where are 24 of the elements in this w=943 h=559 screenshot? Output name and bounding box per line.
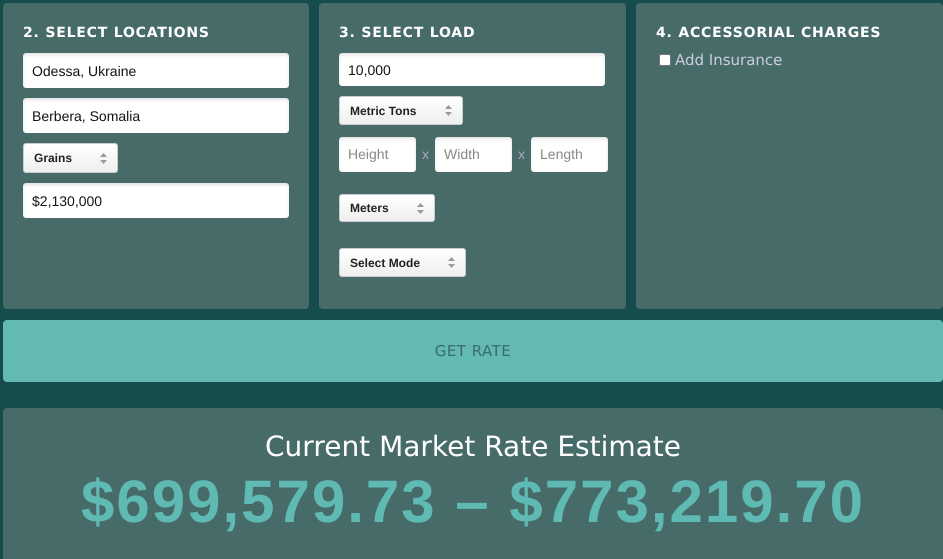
unit-dropdown[interactable]: Metric Tons bbox=[339, 96, 463, 125]
dimension-field[interactable]: Length bbox=[531, 136, 608, 172]
checkbox[interactable] bbox=[659, 54, 671, 66]
dimension-field[interactable]: Height bbox=[339, 136, 416, 172]
sort-caret-icon bbox=[417, 202, 424, 214]
quantity-field[interactable]: 10,000 bbox=[339, 53, 605, 86]
mode-dropdown[interactable]: Select Mode bbox=[339, 248, 466, 278]
dimension-unit-dropdown[interactable]: Meters bbox=[339, 194, 435, 222]
dimension-field[interactable]: Width bbox=[435, 136, 512, 172]
sort-caret-icon bbox=[445, 105, 452, 116]
section-title: 4. ACCESSORIAL CHARGES bbox=[656, 25, 882, 41]
section-title: 2. SELECT LOCATIONS bbox=[23, 25, 210, 41]
sort-caret-icon bbox=[100, 152, 107, 164]
sort-caret-icon bbox=[448, 257, 455, 268]
text-field[interactable]: $2,130,000 bbox=[23, 183, 289, 218]
option-label: Add Insurance bbox=[675, 51, 782, 69]
text-field[interactable]: Berbera, Somalia bbox=[23, 98, 289, 133]
times-sign: x bbox=[422, 146, 429, 162]
times-sign: x bbox=[518, 146, 525, 162]
rate-range: $699,579.73 – $773,219.70 bbox=[80, 469, 866, 535]
estimate-title: Current Market Rate Estimate bbox=[265, 430, 681, 463]
dropdown[interactable]: Grains bbox=[23, 143, 118, 173]
section-title: 3. SELECT LOAD bbox=[339, 25, 476, 41]
text-field[interactable]: Odessa, Ukraine bbox=[23, 53, 289, 88]
